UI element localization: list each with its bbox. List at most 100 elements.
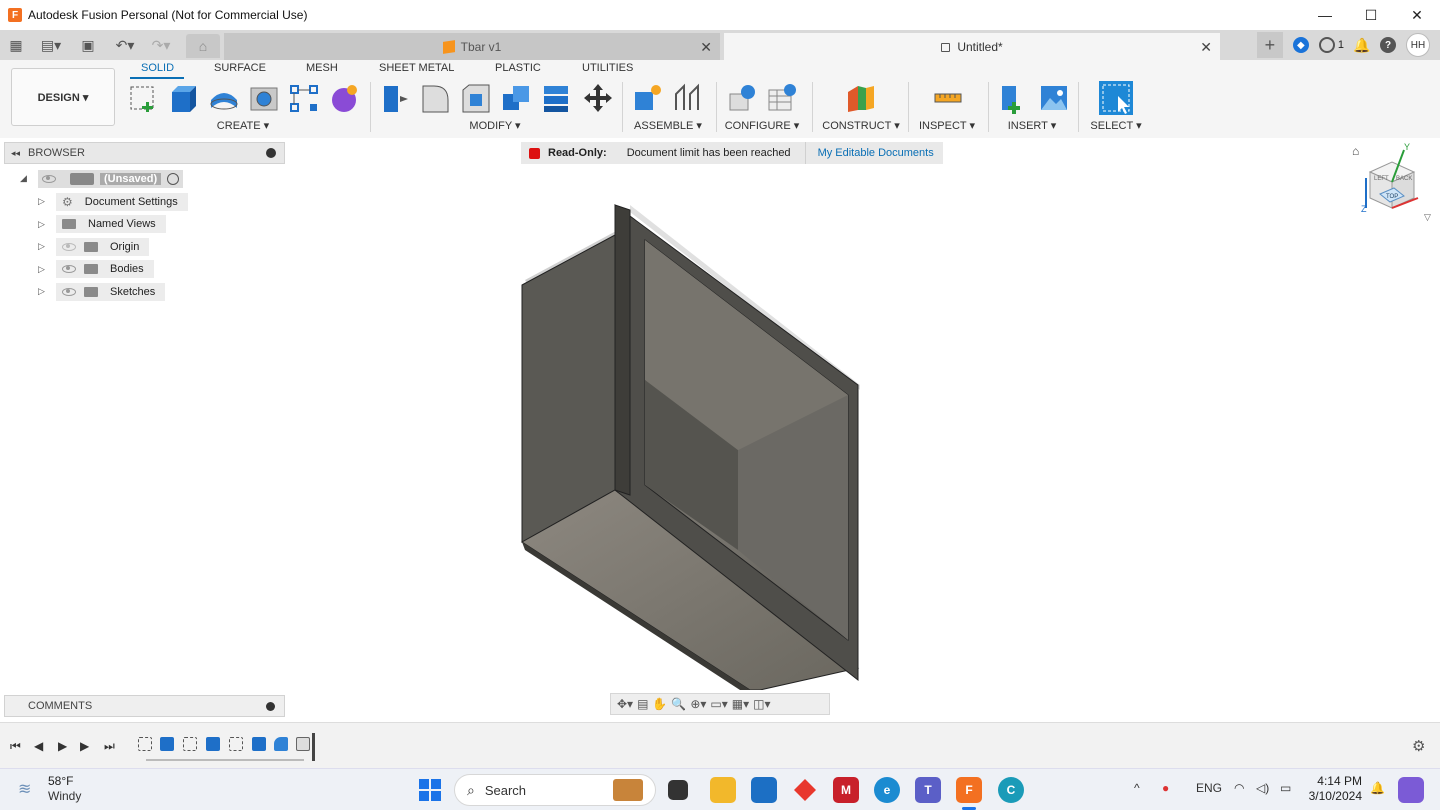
look-at-icon[interactable]: ▤: [637, 697, 648, 711]
notification-bell-icon[interactable]: 🔔: [1370, 781, 1385, 795]
clock-time[interactable]: 4:14 PM: [1317, 774, 1362, 788]
task-view-icon[interactable]: [668, 780, 688, 800]
tab-untitled[interactable]: Untitled* ✕: [724, 33, 1220, 60]
create-menu[interactable]: CREATE ▾: [217, 119, 269, 132]
configure-menu[interactable]: CONFIGURE ▾: [725, 119, 800, 132]
language-indicator[interactable]: ENG: [1196, 781, 1222, 795]
close-window-button[interactable]: ✕: [1394, 0, 1440, 30]
play-icon[interactable]: ▶: [58, 739, 67, 753]
browser-panel-header[interactable]: ◂◂ BROWSER: [4, 142, 285, 164]
clock-date[interactable]: 3/10/2024: [1309, 789, 1362, 803]
browser-item-bodies[interactable]: Bodies: [56, 260, 154, 278]
visibility-eye-icon[interactable]: [62, 265, 76, 273]
browser-item-document-settings[interactable]: ⚙ Document Settings: [56, 193, 188, 211]
volume-icon[interactable]: ◁): [1256, 781, 1269, 795]
joint-icon[interactable]: [672, 82, 704, 114]
fusion-taskbar-icon[interactable]: F: [956, 777, 982, 803]
tab-mesh[interactable]: MESH: [306, 62, 338, 74]
timeline-fillet-icon[interactable]: [274, 737, 288, 751]
timeline-sketch-icon[interactable]: [138, 737, 152, 751]
expand-arrow-icon[interactable]: ▷: [38, 219, 45, 230]
select-icon[interactable]: [1098, 80, 1134, 116]
collapse-arrow-icon[interactable]: ◢: [20, 173, 27, 184]
wifi-icon[interactable]: ◠: [1234, 781, 1244, 795]
create-sketch-icon[interactable]: [128, 82, 160, 114]
visibility-eye-icon[interactable]: [62, 288, 76, 296]
tab-solid[interactable]: SOLID: [141, 62, 174, 74]
new-tab-button[interactable]: +: [1256, 32, 1283, 58]
taskbar-search-input[interactable]: ⌕ Search: [454, 774, 656, 806]
new-component-icon[interactable]: [632, 82, 664, 114]
browser-root-row[interactable]: (Unsaved): [38, 170, 184, 188]
measure-icon[interactable]: [932, 82, 964, 114]
viewcube[interactable]: ⌂ Y Z LEFT BACK TOP ▽: [1352, 142, 1432, 222]
create-form-icon[interactable]: [328, 82, 360, 114]
orbit-icon[interactable]: ✥▾: [617, 697, 633, 711]
pattern-icon[interactable]: [288, 82, 320, 114]
configure-icon[interactable]: [726, 82, 758, 114]
revolve-icon[interactable]: [208, 82, 240, 114]
offset-faces-icon[interactable]: [540, 82, 572, 114]
press-pull-icon[interactable]: [380, 82, 412, 114]
app-c-icon[interactable]: C: [998, 777, 1024, 803]
hole-icon[interactable]: [248, 82, 280, 114]
fillet-icon[interactable]: [420, 82, 452, 114]
tab-surface[interactable]: SURFACE: [214, 62, 266, 74]
expand-arrow-icon[interactable]: ▷: [38, 264, 45, 275]
notifications-bell-icon[interactable]: 🔔: [1353, 37, 1370, 53]
app-diamond-icon[interactable]: [792, 777, 818, 803]
save-icon[interactable]: ▣: [78, 30, 98, 60]
extrude-icon[interactable]: [168, 82, 200, 114]
tab-sheet-metal[interactable]: SHEET METAL: [379, 62, 454, 74]
tab-plastic[interactable]: PLASTIC: [495, 62, 541, 74]
maximize-button[interactable]: ☐: [1348, 0, 1394, 30]
file-menu-icon[interactable]: ▤▾: [36, 30, 66, 60]
collapse-panel-icon[interactable]: ◂◂: [11, 148, 20, 159]
model-viewport[interactable]: [500, 190, 880, 690]
offset-plane-icon[interactable]: [844, 82, 876, 114]
close-tab-icon[interactable]: ✕: [700, 39, 712, 56]
user-avatar[interactable]: HH: [1406, 33, 1430, 57]
step-back-icon[interactable]: ◀: [34, 739, 43, 753]
construct-menu[interactable]: CONSTRUCT ▾: [822, 119, 899, 132]
timeline-sketch-icon[interactable]: [229, 737, 243, 751]
battery-icon[interactable]: ▭: [1280, 781, 1291, 795]
tab-utilities[interactable]: UTILITIES: [582, 62, 633, 74]
viewports-icon[interactable]: ◫▾: [753, 697, 770, 711]
insert-derive-icon[interactable]: [998, 82, 1030, 114]
start-windows-icon[interactable]: [417, 777, 443, 803]
activate-radio-icon[interactable]: [167, 173, 180, 185]
display-settings-icon[interactable]: ▭▾: [710, 697, 727, 711]
undo-icon[interactable]: ↶▾: [110, 30, 140, 60]
timeline-extrude-icon[interactable]: [206, 737, 220, 751]
assemble-menu[interactable]: ASSEMBLE ▾: [634, 119, 702, 132]
file-explorer-icon[interactable]: [710, 777, 736, 803]
comments-panel-header[interactable]: COMMENTS: [4, 695, 285, 717]
workspace-switcher-button[interactable]: DESIGN ▾: [11, 68, 115, 126]
timeline-extrude-icon[interactable]: [160, 737, 174, 751]
combine-icon[interactable]: [500, 82, 532, 114]
modify-menu[interactable]: MODIFY ▾: [469, 119, 520, 132]
go-to-start-icon[interactable]: ⏮: [10, 739, 21, 754]
timeline-sketch-icon[interactable]: [183, 737, 197, 751]
add-comment-icon[interactable]: [266, 702, 275, 711]
inspect-menu[interactable]: INSPECT ▾: [919, 119, 975, 132]
tray-security-icon[interactable]: ●: [1162, 781, 1169, 795]
visibility-eye-icon[interactable]: [42, 175, 56, 183]
tray-chevron-icon[interactable]: ^: [1134, 781, 1140, 795]
hidden-eye-icon[interactable]: [62, 243, 76, 251]
timeline-marker[interactable]: [312, 733, 315, 761]
minimize-button[interactable]: —: [1302, 0, 1348, 30]
tab-tbar-v1[interactable]: Tbar v1 ✕: [224, 33, 720, 60]
viewcube-menu-icon[interactable]: ▽: [1424, 212, 1431, 223]
grid-settings-icon[interactable]: ▦▾: [732, 697, 749, 711]
timeline-extrude-icon[interactable]: [252, 737, 266, 751]
step-forward-icon[interactable]: ▶: [80, 739, 89, 753]
expand-arrow-icon[interactable]: ▷: [38, 241, 45, 252]
expand-arrow-icon[interactable]: ▷: [38, 286, 45, 297]
extensions-icon[interactable]: ◆: [1292, 37, 1309, 53]
weather-condition[interactable]: Windy: [48, 789, 81, 803]
store-icon[interactable]: [751, 777, 777, 803]
move-copy-icon[interactable]: [582, 82, 614, 114]
chamfer-icon[interactable]: [460, 82, 492, 114]
